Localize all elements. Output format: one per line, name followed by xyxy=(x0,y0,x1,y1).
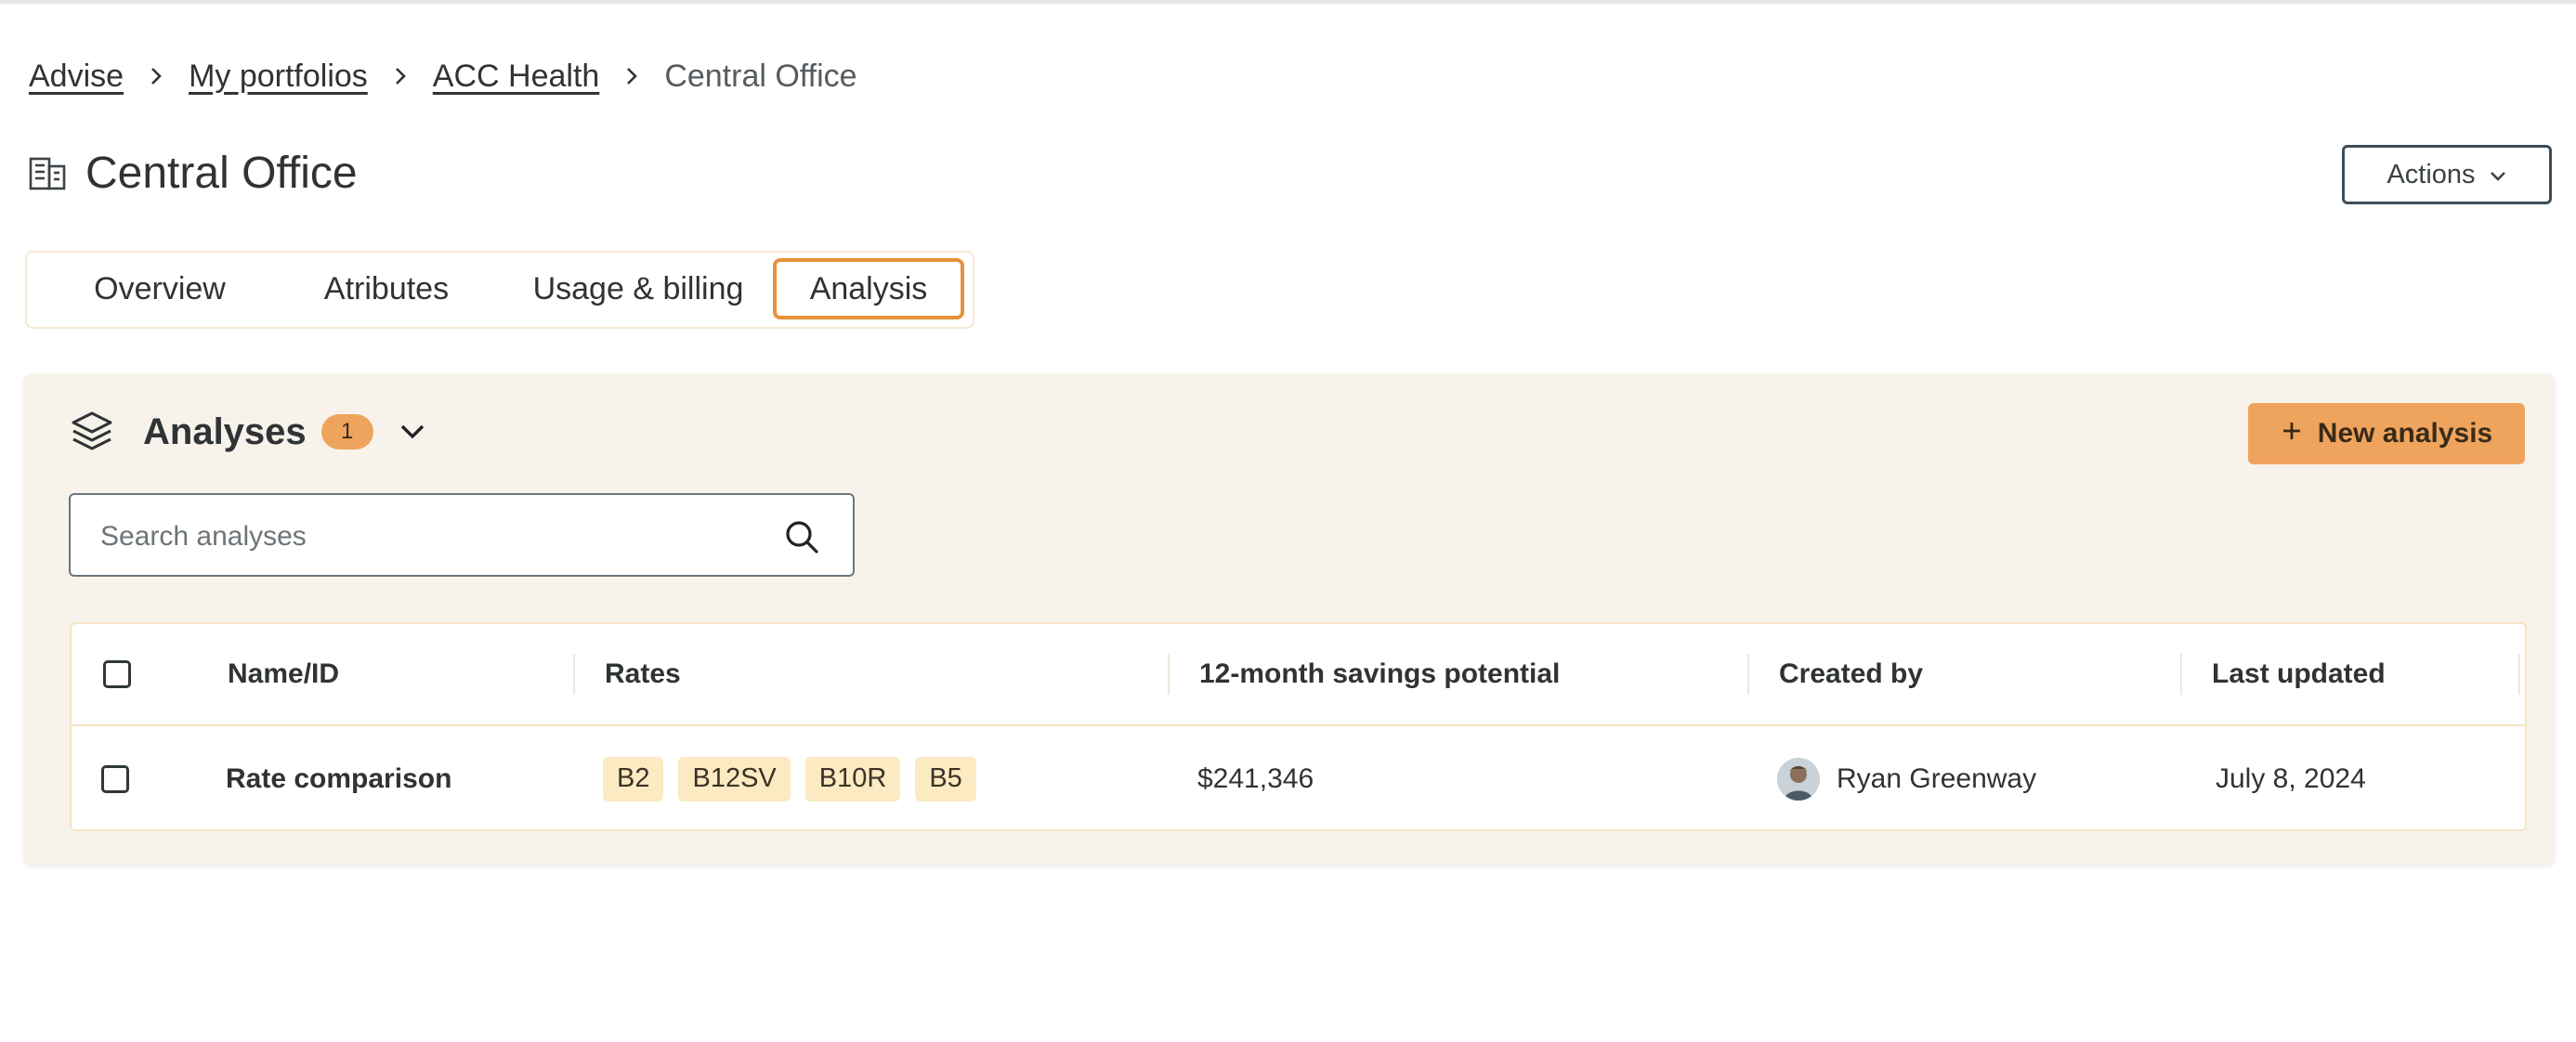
chevron-down-icon[interactable] xyxy=(394,413,431,450)
tab-attributes[interactable]: Atributes xyxy=(280,258,493,319)
row-checkbox[interactable] xyxy=(101,764,129,793)
page-title: Central Office xyxy=(85,148,358,198)
tab-bar: Overview Atributes Usage & billing Analy… xyxy=(25,251,974,329)
new-analysis-label: New analysis xyxy=(2317,418,2493,449)
breadcrumb-link-acc-health[interactable]: ACC Health xyxy=(433,59,600,95)
rates-cell: B2 B12SV B10R B5 xyxy=(603,726,991,831)
analysis-name[interactable]: Rate comparison xyxy=(226,726,451,831)
column-divider xyxy=(1168,654,1170,695)
breadcrumb-link-advise[interactable]: Advise xyxy=(29,59,124,95)
rate-tag: B2 xyxy=(603,756,664,801)
created-by-name: Ryan Greenway xyxy=(1837,762,2037,794)
column-header-rates[interactable]: Rates xyxy=(605,624,681,724)
analyses-title: Analyses xyxy=(143,410,307,452)
column-divider xyxy=(573,654,575,695)
actions-button-label: Actions xyxy=(2386,159,2476,189)
layers-icon xyxy=(69,409,115,455)
chevron-right-icon xyxy=(599,66,664,86)
rate-tag: B10R xyxy=(804,756,901,801)
page-header: Central Office xyxy=(28,139,358,206)
page: Advise My portfolios ACC Health Central … xyxy=(0,0,2576,1042)
chevron-down-icon xyxy=(2489,160,2507,190)
select-all-checkbox[interactable] xyxy=(103,660,131,688)
building-icon xyxy=(28,153,67,192)
column-divider xyxy=(1747,654,1749,695)
search-icon[interactable] xyxy=(782,517,821,556)
last-updated-value: July 8, 2024 xyxy=(2216,762,2366,794)
avatar xyxy=(1777,757,1820,801)
search-input[interactable] xyxy=(98,514,752,560)
column-divider xyxy=(2518,654,2520,695)
rate-tag: B12SV xyxy=(678,756,791,801)
column-divider xyxy=(2180,654,2182,695)
tab-usage-billing[interactable]: Usage & billing xyxy=(499,258,778,319)
column-header-name[interactable]: Name/ID xyxy=(228,624,339,724)
table-row[interactable]: Rate comparison B2 B12SV B10R B5 $241,34… xyxy=(72,726,2525,831)
plus-icon xyxy=(2281,418,2303,449)
tab-overview[interactable]: Overview xyxy=(62,258,257,319)
column-header-created-by[interactable]: Created by xyxy=(1779,624,1923,724)
select-all-cell xyxy=(103,624,131,724)
table-header: Name/ID Rates 12-month savings potential… xyxy=(72,624,2525,726)
top-divider xyxy=(0,0,2576,4)
rate-tag: B5 xyxy=(915,756,976,801)
breadcrumb: Advise My portfolios ACC Health Central … xyxy=(29,54,857,98)
analyses-table: Name/ID Rates 12-month savings potential… xyxy=(70,622,2527,831)
breadcrumb-link-my-portfolios[interactable]: My portfolios xyxy=(189,59,368,95)
analyses-header: Analyses 1 xyxy=(69,399,431,464)
column-header-last-updated[interactable]: Last updated xyxy=(2212,624,2386,724)
search-field xyxy=(69,493,855,577)
chevron-right-icon xyxy=(368,66,433,86)
savings-value: $241,346 xyxy=(1197,762,1314,794)
new-analysis-button[interactable]: New analysis xyxy=(2248,403,2525,464)
column-header-savings[interactable]: 12-month savings potential xyxy=(1199,624,1560,724)
actions-button[interactable]: Actions xyxy=(2342,145,2552,204)
created-by-cell: Ryan Greenway xyxy=(1777,726,2036,831)
row-select-cell xyxy=(101,726,129,831)
tab-analysis[interactable]: Analysis xyxy=(773,258,964,319)
breadcrumb-current: Central Office xyxy=(664,58,857,94)
chevron-right-icon xyxy=(124,66,189,86)
analyses-count-badge: 1 xyxy=(320,414,373,449)
